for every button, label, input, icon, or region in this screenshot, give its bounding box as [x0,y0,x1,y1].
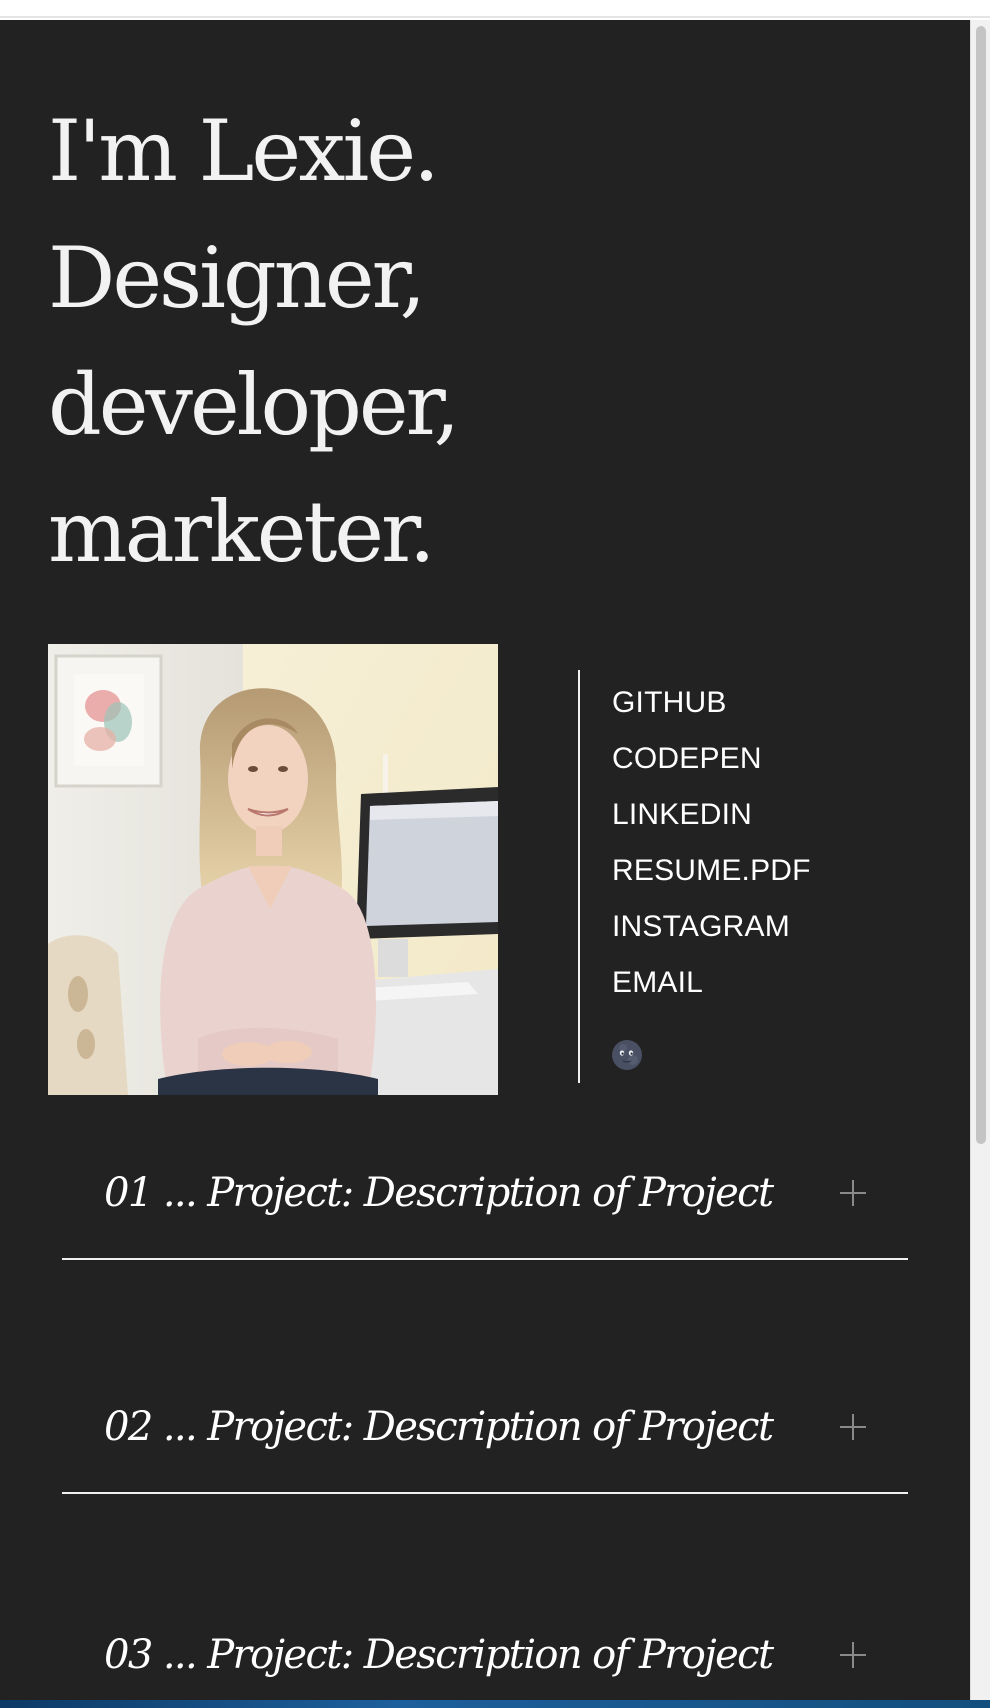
instagram-link[interactable]: INSTAGRAM [612,910,790,943]
email-link[interactable]: EMAIL [612,966,703,999]
plus-icon[interactable] [840,1641,868,1669]
links-divider [578,670,580,1083]
hero-line-designer: Designer, [48,229,426,327]
plus-icon[interactable] [840,1179,868,1207]
resume-link[interactable]: RESUME.PDF [612,854,811,887]
project-item-02[interactable]: 02 ... Project: Description of Project [62,1376,908,1494]
project-title-03: 03 ... Project: Description of Project [104,1632,774,1678]
project-title-01: 01 ... Project: Description of Project [104,1170,774,1216]
codepen-link[interactable]: CODEPEN [612,742,762,775]
hero-heading: I'm Lexie. Designer, developer, marketer… [48,88,748,596]
scrollbar[interactable] [970,20,990,1708]
social-links: GITHUB CODEPEN LINKEDIN RESUME.PDF INSTA… [612,675,811,1011]
page-content: I'm Lexie. Designer, developer, marketer… [0,20,970,1708]
hero-line-intro: I'm Lexie. [48,102,440,200]
project-item-01[interactable]: 01 ... Project: Description of Project [62,1142,908,1260]
project-item-03[interactable]: 03 ... Project: Description of Project [62,1604,908,1708]
project-title-02: 02 ... Project: Description of Project [104,1404,774,1450]
github-link[interactable]: GITHUB [612,686,727,719]
profile-photo [48,644,498,1095]
taskbar-edge [0,1700,990,1708]
hero-line-developer: developer, [48,356,460,454]
scrollbar-thumb[interactable] [976,26,986,1144]
linkedin-link[interactable]: LINKEDIN [612,798,752,831]
browser-top-bar [0,0,990,18]
new-moon-face-icon[interactable] [611,1039,643,1071]
hero-line-marketer: marketer. [48,483,436,581]
plus-icon[interactable] [840,1413,868,1441]
